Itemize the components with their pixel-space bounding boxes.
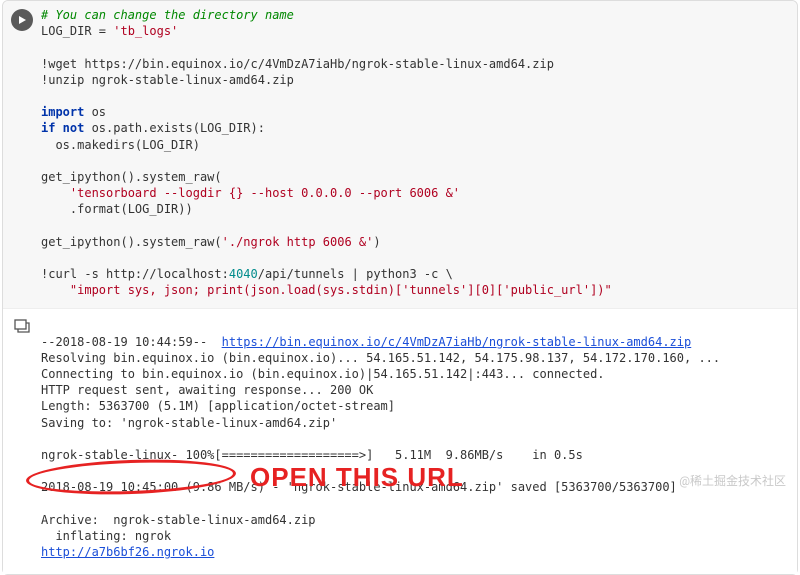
output-line: HTTP request sent, awaiting response... … [41,383,373,397]
run-button[interactable] [11,9,33,31]
output-icon [14,319,30,333]
play-icon [17,15,27,25]
output-cell: --2018-08-19 10:44:59-- https://bin.equi… [3,308,797,574]
ngrok-url-link[interactable]: http://a7b6bf26.ngrok.io [41,545,214,559]
output-line: Resolving bin.equinox.io (bin.equinox.io… [41,351,720,365]
wget-start-line: --2018-08-19 10:44:59-- https://bin.equi… [41,335,691,349]
output-gutter [3,317,41,560]
output-line: inflating: ngrok [41,529,171,543]
output-area: --2018-08-19 10:44:59-- https://bin.equi… [41,317,797,560]
output-line: ngrok-stable-linux- 100%[===============… [41,448,583,462]
output-line: Connecting to bin.equinox.io (bin.equino… [41,367,605,381]
watermark-label: @稀土掘金技术社区 [679,472,786,489]
code-editor[interactable]: # You can change the directory nameLOG_D… [41,7,797,298]
annotation-label: OPEN THIS URL [250,462,464,493]
code-cell: # You can change the directory nameLOG_D… [3,1,797,308]
code-gutter [3,7,41,298]
wget-url-link[interactable]: https://bin.equinox.io/c/4VmDzA7iaHb/ngr… [222,335,692,349]
output-line: Length: 5363700 (5.1M) [application/octe… [41,399,395,413]
output-line: Saving to: 'ngrok-stable-linux-amd64.zip… [41,416,337,430]
